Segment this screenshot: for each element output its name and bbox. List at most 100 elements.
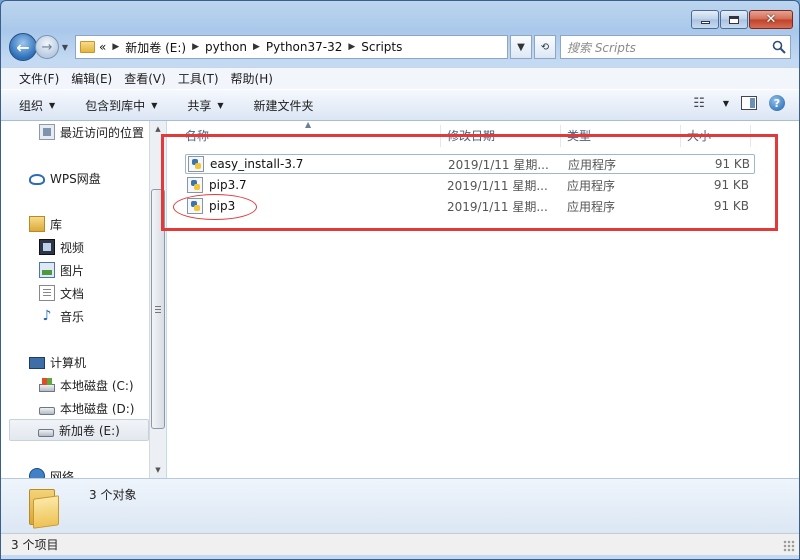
close-icon: ✕ [765,12,777,27]
command-bar: 组织 ▼ 包含到库中 ▼ 共享 ▼ 新建文件夹 ☷ ▼ ? [1,89,799,121]
system-drive-icon [39,378,55,392]
drive-icon [39,407,55,415]
python-file-icon [187,198,203,214]
forward-arrow-icon: → [41,39,53,55]
resize-grip-icon[interactable] [783,540,795,552]
cloud-icon [29,174,45,185]
help-icon[interactable]: ? [769,95,785,111]
nav-item-recent[interactable]: 最近访问的位置 [39,121,144,143]
maximize-button[interactable] [720,10,748,29]
column-date[interactable]: 修改日期 [441,125,561,147]
nav-item-label: 计算机 [50,355,87,370]
nav-item-drive-c[interactable]: 本地磁盘 (C:) [39,374,134,396]
close-button[interactable]: ✕ [749,10,793,29]
nav-item-network[interactable]: 网络 [29,465,74,478]
column-name[interactable]: 名称 [179,125,441,147]
menu-edit[interactable]: 编辑(E) [65,70,118,87]
item-count: 3 个项目 [11,538,59,552]
file-row[interactable]: pip3 2019/1/11 星期... 应用程序 91 KB [185,196,755,216]
file-row[interactable]: pip3.7 2019/1/11 星期... 应用程序 91 KB [185,175,755,195]
share-label: 共享 [187,98,212,113]
chevron-down-icon: ▼ [217,100,224,110]
grip-icon [155,305,161,313]
address-overflow[interactable]: « [99,40,106,54]
computer-icon [29,357,45,369]
scrollbar-thumb[interactable] [151,189,165,429]
explorer-window: ✕ ← → ▼ « ▶ 新加卷 (E:) ▶ python ▶ Python37… [0,0,800,560]
recent-pages-dropdown[interactable]: ▼ [59,43,71,52]
breadcrumb-drive[interactable]: 新加卷 (E:) [125,39,186,56]
scroll-up-icon[interactable]: ▲ [150,121,166,137]
chevron-down-icon: ▼ [151,100,158,110]
menu-view[interactable]: 查看(V) [118,70,172,87]
nav-item-drive-d[interactable]: 本地磁盘 (D:) [39,397,134,419]
nav-item-wps[interactable]: WPS网盘 [29,167,101,189]
navigation-pane: 最近访问的位置 WPS网盘 库 视频 图片 文档 ♪ 音乐 计算机 本地磁盘 (C… [1,121,151,478]
file-date: 2019/1/11 星期... [448,157,549,172]
nav-item-pictures[interactable]: 图片 [39,259,84,281]
nav-item-label: 网络 [50,469,75,479]
menu-help[interactable]: 帮助(H) [225,70,279,87]
address-bar[interactable]: « ▶ 新加卷 (E:) ▶ python ▶ Python37-32 ▶ Sc… [75,35,508,59]
minimize-button[interactable] [691,10,719,29]
navigation-scrollbar[interactable]: ▲ ▼ [149,121,166,478]
file-type: 应用程序 [567,199,616,214]
nav-item-music[interactable]: ♪ 音乐 [39,305,84,327]
video-icon [39,239,55,255]
refresh-icon: ⟲ [540,41,550,53]
menu-file[interactable]: 文件(F) [13,70,65,87]
breadcrumb-separator-icon[interactable]: ▶ [253,42,260,52]
nav-item-documents[interactable]: 文档 [39,282,84,304]
nav-item-library[interactable]: 库 [29,213,62,235]
breadcrumb-separator-icon[interactable]: ▶ [348,42,355,52]
python-file-icon [188,156,204,172]
breadcrumb-scripts[interactable]: Scripts [361,40,402,54]
breadcrumb-python[interactable]: python [205,40,247,54]
object-count: 3 个对象 [89,488,137,502]
share-button[interactable]: 共享 ▼ [187,97,223,114]
file-row[interactable]: easy_install-3.7 2019/1/11 星期... 应用程序 91… [185,154,755,174]
nav-item-label: 文档 [60,286,85,301]
file-size: 91 KB [714,157,750,171]
column-type[interactable]: 类型 [561,125,681,147]
network-icon [29,468,45,478]
music-icon: ♪ [42,308,52,324]
preview-pane-icon[interactable] [741,96,757,110]
change-view-icon[interactable]: ☷ [693,96,705,111]
back-button[interactable]: ← [9,33,37,61]
breadcrumb-separator-icon[interactable]: ▶ [112,42,119,52]
chevron-down-icon: ▼ [49,100,56,110]
menu-tools[interactable]: 工具(T) [172,70,225,87]
breadcrumb-separator-icon[interactable]: ▶ [192,42,199,52]
menu-bar: 文件(F) 编辑(E) 查看(V) 工具(T) 帮助(H) [1,67,799,89]
nav-item-label: WPS网盘 [50,171,101,186]
nav-item-video[interactable]: 视频 [39,236,84,258]
search-input[interactable]: 搜索 Scripts [567,39,636,56]
file-date: 2019/1/11 星期... [447,199,548,214]
nav-item-label: 库 [50,217,63,232]
file-name: pip3 [209,199,236,213]
nav-item-computer[interactable]: 计算机 [29,351,86,373]
refresh-button[interactable]: ⟲ [534,35,556,59]
scroll-down-icon[interactable]: ▼ [150,462,166,478]
new-folder-button[interactable]: 新建文件夹 [254,97,314,114]
python-file-icon [187,177,203,193]
nav-item-label: 图片 [60,263,85,278]
search-icon[interactable] [768,40,790,54]
file-size: 91 KB [713,199,749,213]
file-type: 应用程序 [568,157,617,172]
column-size[interactable]: 大小 [681,125,751,147]
chevron-down-icon[interactable]: ▼ [723,99,729,108]
nav-item-label: 新加卷 (E:) [59,423,120,438]
file-name: easy_install-3.7 [210,157,304,171]
address-dropdown-button[interactable]: ▼ [510,35,532,59]
forward-button[interactable]: → [35,35,59,59]
maximize-icon [729,15,739,24]
nav-item-drive-e[interactable]: 新加卷 (E:) [9,419,149,441]
breadcrumb-python37[interactable]: Python37-32 [266,40,342,54]
file-size: 91 KB [713,178,749,192]
include-in-library-button[interactable]: 包含到库中 ▼ [85,97,157,114]
file-list: ▲ 名称 修改日期 类型 大小 easy_install-3.7 2019/1/… [167,120,799,478]
search-box[interactable]: 搜索 Scripts [560,35,791,59]
organize-button[interactable]: 组织 ▼ [19,97,55,114]
